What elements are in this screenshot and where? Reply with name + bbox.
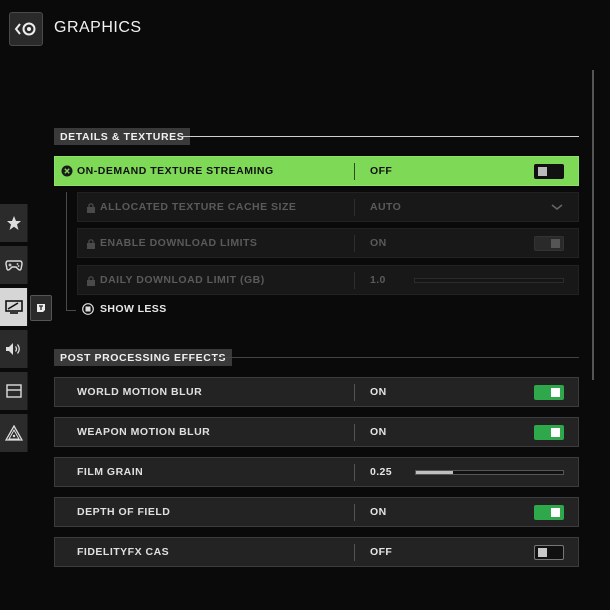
tab-audio[interactable] xyxy=(0,330,28,368)
show-less-label: SHOW LESS xyxy=(100,303,167,315)
row-divider xyxy=(354,272,355,289)
speaker-icon xyxy=(5,343,20,355)
toggle-knob xyxy=(551,239,560,248)
toggle-knob xyxy=(538,548,547,557)
toggle-switch[interactable] xyxy=(534,164,564,179)
setting-value: 0.25 xyxy=(370,466,393,478)
tab-favorites[interactable] xyxy=(0,204,28,242)
toggle-knob xyxy=(551,428,560,437)
setting-fidelityfx-cas[interactable]: FIDELITYFX CAS OFF xyxy=(54,537,579,567)
setting-value: 1.0 xyxy=(370,274,386,286)
scrollbar[interactable] xyxy=(592,70,594,380)
setting-value: ON xyxy=(370,237,387,249)
tab-interface[interactable] xyxy=(0,372,28,410)
lock-icon xyxy=(87,239,95,249)
tab-network[interactable] xyxy=(0,414,28,452)
toggle-switch[interactable] xyxy=(534,385,564,400)
monitor-icon xyxy=(4,300,23,314)
back-button[interactable] xyxy=(9,12,43,46)
header-bar: GRAPHICS xyxy=(0,0,610,58)
page-title: GRAPHICS xyxy=(54,19,142,36)
setting-label: ENABLE DOWNLOAD LIMITS xyxy=(100,237,258,249)
setting-label: DEPTH OF FIELD xyxy=(77,506,171,518)
section-details-textures: DETAILS & TEXTURES xyxy=(54,128,191,145)
setting-world-motion-blur[interactable]: WORLD MOTION BLUR ON xyxy=(54,377,579,407)
tree-connector xyxy=(66,192,67,310)
close-circle-icon xyxy=(61,165,73,177)
toggle-switch[interactable] xyxy=(534,425,564,440)
toggle-knob xyxy=(538,167,547,176)
setting-label: ON-DEMAND TEXTURE STREAMING xyxy=(77,165,274,177)
setting-download-limits: ENABLE DOWNLOAD LIMITS ON xyxy=(77,228,579,258)
category-rail xyxy=(0,204,28,456)
row-divider xyxy=(354,235,355,252)
show-less-button[interactable]: SHOW LESS xyxy=(82,303,167,315)
slider-track[interactable] xyxy=(415,470,564,475)
lock-icon xyxy=(87,203,95,213)
toggle-switch[interactable] xyxy=(534,505,564,520)
setting-label: WORLD MOTION BLUR xyxy=(77,386,203,398)
row-divider xyxy=(354,384,355,401)
setting-value: OFF xyxy=(370,546,393,558)
button-prompt-icon xyxy=(37,304,45,312)
slider-track xyxy=(414,278,564,283)
row-divider xyxy=(354,424,355,441)
tree-connector xyxy=(66,310,76,311)
chevron-down-icon xyxy=(551,204,563,210)
lock-icon xyxy=(87,276,95,286)
setting-depth-of-field[interactable]: DEPTH OF FIELD ON xyxy=(54,497,579,527)
slider-fill xyxy=(416,471,453,474)
gamepad-icon xyxy=(4,260,23,271)
row-divider xyxy=(354,544,355,561)
setting-daily-download-limit: DAILY DOWNLOAD LIMIT (GB) 1.0 xyxy=(77,265,579,295)
row-divider xyxy=(354,163,355,180)
section-divider xyxy=(180,136,579,137)
setting-value: ON xyxy=(370,386,387,398)
star-icon xyxy=(6,216,21,230)
setting-film-grain[interactable]: FILM GRAIN 0.25 xyxy=(54,457,579,487)
toggle-switch xyxy=(534,236,564,251)
row-divider xyxy=(354,199,355,216)
setting-label: WEAPON MOTION BLUR xyxy=(77,426,211,438)
setting-value: OFF xyxy=(370,165,393,177)
back-icon xyxy=(14,22,36,36)
row-divider xyxy=(354,464,355,481)
setting-texture-streaming[interactable]: ON-DEMAND TEXTURE STREAMING OFF xyxy=(54,156,579,186)
setting-label: DAILY DOWNLOAD LIMIT (GB) xyxy=(100,274,265,286)
row-divider xyxy=(354,504,355,521)
tab-graphics[interactable] xyxy=(0,288,28,326)
collapse-icon xyxy=(82,303,94,315)
section-divider xyxy=(213,357,579,358)
toggle-knob xyxy=(551,388,560,397)
network-icon xyxy=(4,425,23,441)
interface-icon xyxy=(5,384,22,398)
setting-weapon-motion-blur[interactable]: WEAPON MOTION BLUR ON xyxy=(54,417,579,447)
toggle-switch[interactable] xyxy=(534,545,564,560)
setting-value: ON xyxy=(370,426,387,438)
toggle-knob xyxy=(551,508,560,517)
tab-controller[interactable] xyxy=(0,246,28,284)
setting-label: FILM GRAIN xyxy=(77,466,144,478)
setting-cache-size: ALLOCATED TEXTURE CACHE SIZE AUTO xyxy=(77,192,579,222)
rail-hint-badge xyxy=(30,295,52,321)
setting-label: ALLOCATED TEXTURE CACHE SIZE xyxy=(100,201,297,213)
setting-value: AUTO xyxy=(370,201,402,213)
setting-value: ON xyxy=(370,506,387,518)
section-post-processing: POST PROCESSING EFFECTS xyxy=(54,349,233,366)
setting-label: FIDELITYFX CAS xyxy=(77,546,170,558)
